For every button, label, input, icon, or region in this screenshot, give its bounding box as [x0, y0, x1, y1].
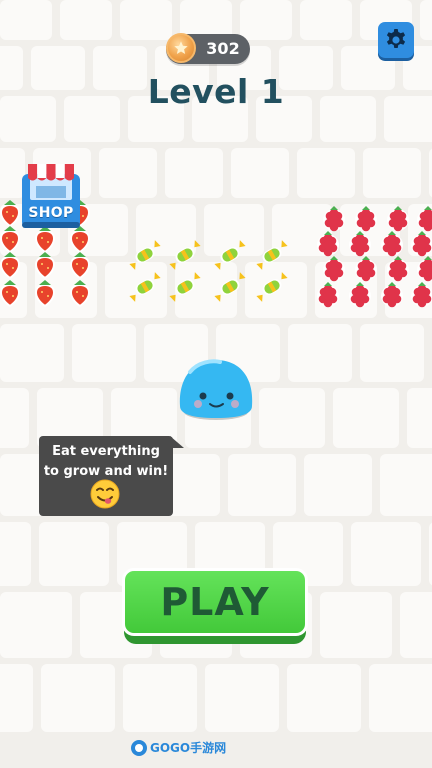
floor-tile — [363, 148, 421, 198]
tutorial-line-1: Eat everything — [52, 444, 160, 459]
floor-tile — [123, 664, 197, 732]
floor-tile — [0, 0, 52, 40]
floor-tile — [228, 454, 296, 516]
floor-tile — [231, 148, 289, 198]
floor-tile — [64, 96, 120, 142]
floor-tile — [287, 664, 361, 732]
floor-tile — [297, 148, 355, 198]
shop-label: SHOP — [28, 205, 74, 221]
bubble-tail — [170, 436, 184, 448]
floor-tile — [420, 0, 432, 40]
watermark-text: GOGO手游网 — [150, 741, 227, 755]
floor-tile — [0, 522, 31, 586]
floor-tile — [360, 324, 424, 382]
level-title: Level 1 — [147, 72, 285, 111]
floor-tile — [0, 664, 33, 732]
raspberry-icon — [323, 256, 345, 282]
floor-tile — [259, 388, 325, 448]
floor-tile — [120, 0, 172, 40]
floor-tile — [320, 592, 392, 658]
gear-icon — [386, 29, 406, 48]
floor-tile — [205, 664, 279, 732]
floor-tile — [39, 522, 109, 586]
floor-tile — [384, 96, 432, 142]
play-button[interactable]: PLAY — [122, 568, 308, 644]
floor-tile — [99, 148, 157, 198]
floor-tile — [60, 0, 112, 40]
coin-count: 302 — [206, 39, 240, 58]
floor-tile — [380, 454, 432, 516]
floor-tile — [41, 664, 115, 732]
floor-tile — [0, 592, 72, 658]
floor-tile — [407, 388, 432, 448]
floor-tile — [369, 664, 432, 732]
settings-button[interactable] — [378, 22, 414, 58]
floor-tile — [333, 388, 399, 448]
floor-tile — [304, 454, 372, 516]
shop-button[interactable]: SHOP — [20, 160, 82, 230]
gogo-logo-icon — [131, 740, 147, 756]
game-board — [0, 0, 432, 732]
floor-tile — [0, 388, 29, 448]
floor-tile — [0, 96, 56, 142]
floor-tile — [351, 522, 421, 586]
floor-tile — [288, 324, 352, 382]
star-coin-icon — [166, 33, 196, 63]
floor-tile — [72, 324, 136, 382]
floor-tile — [0, 324, 64, 382]
floor-tile — [320, 96, 376, 142]
yum-face-emoji — [90, 479, 120, 509]
play-label: PLAY — [160, 580, 270, 624]
floor-tile — [400, 592, 432, 658]
floor-tile — [0, 46, 23, 90]
floor-tile — [165, 148, 223, 198]
watermark: GOGO手游网 — [130, 737, 230, 759]
floor-tile — [300, 0, 352, 40]
raspberry-icon — [355, 256, 377, 282]
raspberry-icon — [387, 256, 409, 282]
floor-tile — [240, 0, 292, 40]
floor-tile — [31, 46, 85, 90]
